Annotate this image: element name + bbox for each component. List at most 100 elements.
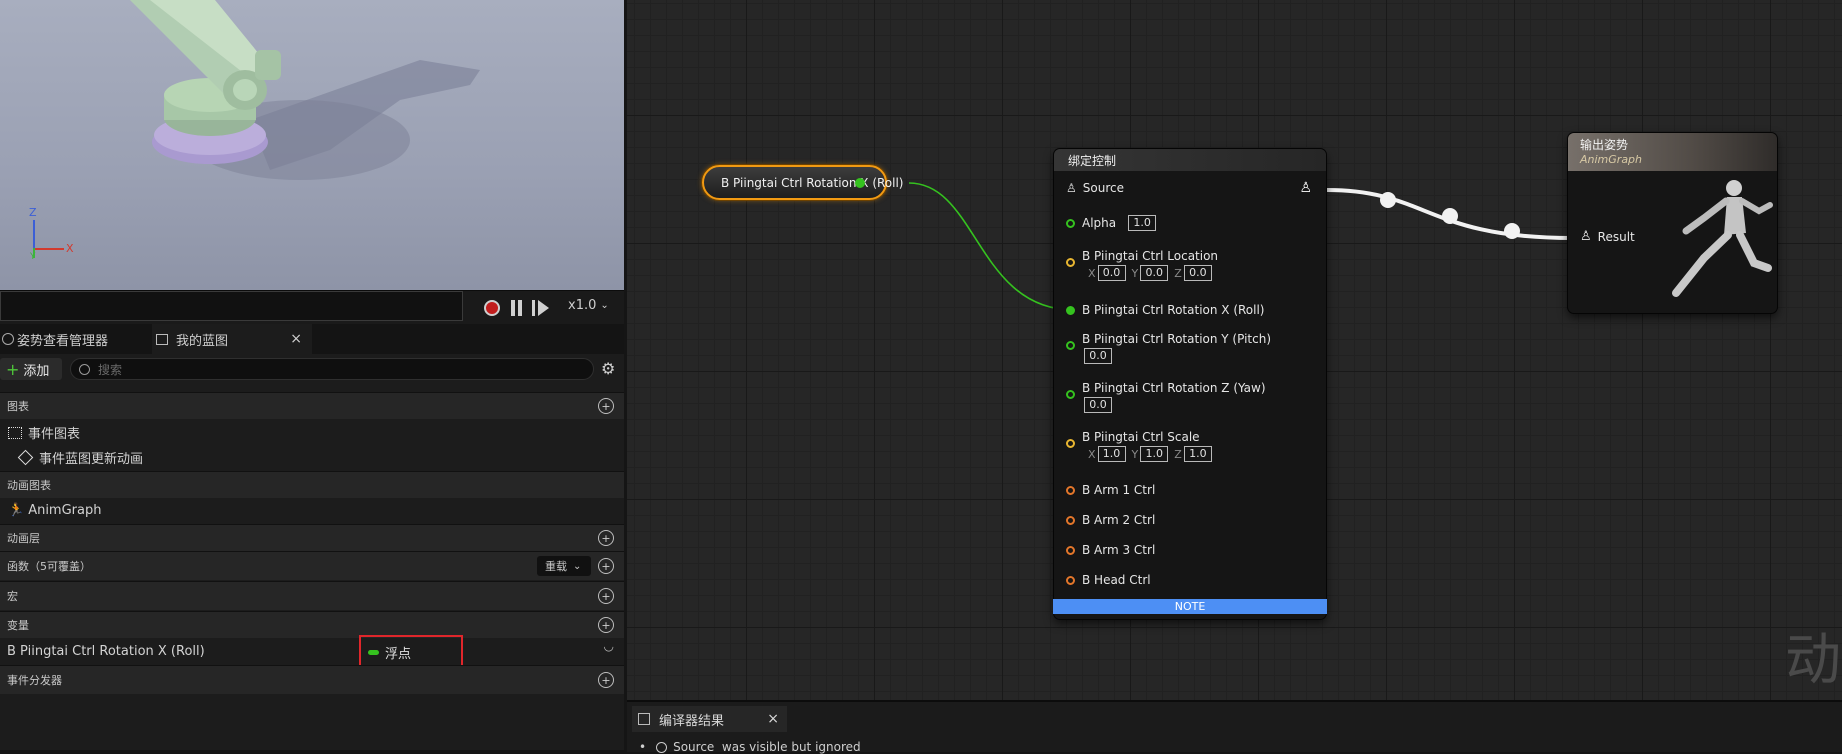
- float-pill-icon: [368, 650, 379, 655]
- note-label: NOTE: [1174, 600, 1206, 613]
- rotation-z-pin-row[interactable]: B Piingtai Ctrl Rotation Z (Yaw) 0.0: [1066, 381, 1266, 413]
- section-title: 变量: [7, 619, 29, 632]
- axis-label: X: [1088, 266, 1096, 280]
- robot-preview-image: [130, 0, 480, 180]
- output-pose-node[interactable]: 输出姿势 AnimGraph ♙ Result: [1568, 133, 1777, 313]
- section-anim-layers[interactable]: 动画层 +: [0, 524, 624, 551]
- list-item-event-blueprint-update[interactable]: 事件蓝图更新动画: [0, 445, 624, 470]
- add-function-icon[interactable]: +: [598, 558, 614, 574]
- chevron-down-icon: ⌄: [600, 300, 609, 311]
- arm2-pin-row[interactable]: B Arm 2 Ctrl: [1066, 513, 1155, 527]
- scale-z-input[interactable]: 1.0: [1183, 446, 1212, 462]
- my-blueprint-panel: 姿势查看管理器 我的蓝图 × + 添加 搜索 ⚙ 图表 + 事件图表 事件蓝图更…: [0, 324, 624, 750]
- search-icon: [79, 363, 90, 375]
- bind-control-node[interactable]: 绑定控制 ♙ Source ♙ Alpha 1.0 B Piingtai Ctr…: [1053, 149, 1327, 619]
- section-title: 宏: [7, 590, 18, 603]
- search-input[interactable]: 搜索: [70, 358, 594, 380]
- float-output-pin[interactable]: [855, 177, 865, 188]
- source-pin-row[interactable]: ♙ Source: [1066, 181, 1124, 195]
- section-graphs[interactable]: 图表 +: [0, 392, 624, 419]
- tab-my-blueprint[interactable]: 我的蓝图 ×: [152, 324, 312, 354]
- visibility-eye-icon[interactable]: ◡: [604, 639, 614, 653]
- pause-button[interactable]: [510, 300, 524, 316]
- note-bar[interactable]: NOTE: [1053, 599, 1327, 614]
- add-macro-icon[interactable]: +: [598, 588, 614, 604]
- playback-speed-dropdown[interactable]: x1.0 ⌄: [568, 298, 609, 313]
- rotation-x-pin-row[interactable]: B Piingtai Ctrl Rotation X (Roll): [1066, 303, 1265, 317]
- alpha-value-input[interactable]: 1.0: [1128, 215, 1157, 231]
- reroute-knot: [1380, 192, 1396, 208]
- location-z-input[interactable]: 0.0: [1183, 265, 1212, 281]
- watermark-text: 动: [1785, 628, 1841, 693]
- tab-compiler-results[interactable]: 编译器结果 ×: [632, 706, 787, 732]
- scale-pin-row[interactable]: B Piingtai Ctrl Scale X 1.0 Y 1.0 Z 1.0: [1066, 430, 1212, 462]
- variable-get-node[interactable]: B Piingtai Ctrl Rotation X (Roll): [702, 165, 904, 200]
- list-item-anim-graph[interactable]: 🏃 AnimGraph: [0, 498, 624, 523]
- axis-label: Z: [1174, 266, 1182, 280]
- override-dropdown[interactable]: 重载 ⌄: [537, 556, 591, 576]
- event-diamond-icon: [17, 449, 34, 466]
- compiler-icon: [638, 713, 650, 725]
- add-graph-icon[interactable]: +: [598, 398, 614, 414]
- add-button[interactable]: + 添加: [0, 358, 62, 380]
- tab-label: 编译器结果: [659, 713, 725, 729]
- pose-input-icon: ♙: [1580, 229, 1592, 244]
- timeline-field[interactable]: [0, 291, 463, 321]
- section-event-dispatchers[interactable]: 事件分发器 +: [0, 665, 624, 694]
- viewport[interactable]: Z X Y: [0, 0, 624, 290]
- head-pin-row[interactable]: B Head Ctrl: [1066, 573, 1151, 587]
- pin-label: Result: [1597, 229, 1635, 244]
- result-pin-row[interactable]: ♙ Result: [1580, 229, 1635, 244]
- axis-x-label: X: [66, 242, 74, 255]
- plus-icon: +: [6, 359, 20, 379]
- pin-label: B Arm 3 Ctrl: [1082, 543, 1156, 557]
- running-figure-icon: 🏃: [8, 503, 25, 518]
- gear-icon[interactable]: ⚙: [601, 359, 615, 378]
- location-pin-row[interactable]: B Piingtai Ctrl Location X 0.0 Y 0.0 Z 0…: [1066, 249, 1218, 281]
- compiler-results-panel: 编译器结果 × • Source was visible but ignored: [627, 700, 1842, 754]
- rotation-y-pin-row[interactable]: B Piingtai Ctrl Rotation Y (Pitch) 0.0: [1066, 332, 1271, 364]
- axis-label: Y: [1131, 266, 1139, 280]
- axis-gizmo: Z X Y: [26, 206, 86, 266]
- pose-output-icon[interactable]: ♙: [1299, 180, 1312, 196]
- section-variables[interactable]: 变量 +: [0, 611, 624, 638]
- step-forward-button[interactable]: [532, 300, 552, 316]
- scale-x-input[interactable]: 1.0: [1097, 446, 1126, 462]
- add-dispatcher-icon[interactable]: +: [598, 672, 614, 688]
- list-item-event-graph[interactable]: 事件图表: [0, 420, 624, 445]
- section-title: 图表: [7, 400, 29, 413]
- variable-type[interactable]: 浮点: [368, 643, 411, 662]
- scale-y-input[interactable]: 1.0: [1140, 446, 1169, 462]
- axis-label: Y: [1131, 447, 1139, 461]
- book-icon: [156, 333, 168, 345]
- record-button[interactable]: [484, 300, 500, 316]
- pin-label: Source: [1082, 181, 1124, 195]
- rotation-y-input[interactable]: 0.0: [1084, 348, 1112, 364]
- section-functions[interactable]: 函数（5可覆盖） 重载 ⌄ +: [0, 551, 624, 580]
- add-layer-icon[interactable]: +: [598, 530, 614, 546]
- mannequin-icon: [1672, 180, 1773, 297]
- tab-pose-watch-manager[interactable]: 姿势查看管理器: [0, 324, 150, 354]
- item-label: AnimGraph: [28, 503, 102, 518]
- axis-z-label: Z: [29, 206, 37, 219]
- location-x-input[interactable]: 0.0: [1097, 265, 1126, 281]
- add-variable-icon[interactable]: +: [598, 617, 614, 633]
- item-label: 事件蓝图更新动画: [39, 452, 144, 467]
- variable-row[interactable]: B Piingtai Ctrl Rotation X (Roll) ◡: [0, 637, 624, 665]
- section-macros[interactable]: 宏 +: [0, 581, 624, 610]
- variable-type-label: 浮点: [385, 647, 412, 662]
- arm1-pin-row[interactable]: B Arm 1 Ctrl: [1066, 483, 1155, 497]
- location-y-input[interactable]: 0.0: [1140, 265, 1169, 281]
- arm3-pin-row[interactable]: B Arm 3 Ctrl: [1066, 543, 1155, 557]
- node-header: 输出姿势 AnimGraph: [1568, 133, 1777, 171]
- rotation-z-input[interactable]: 0.0: [1084, 397, 1112, 413]
- close-icon[interactable]: ×: [767, 711, 779, 727]
- pin-label: B Head Ctrl: [1082, 573, 1151, 587]
- node-title: 输出姿势: [1580, 138, 1629, 152]
- tab-label: 我的蓝图: [176, 333, 229, 349]
- alpha-pin-row[interactable]: Alpha 1.0: [1066, 215, 1157, 231]
- close-icon[interactable]: ×: [290, 331, 302, 347]
- toolbar: + 添加 搜索 ⚙: [0, 354, 624, 384]
- section-anim-graphs[interactable]: 动画图表: [0, 471, 624, 498]
- anim-graph-canvas[interactable]: B Piingtai Ctrl Rotation X (Roll) 绑定控制 ♙…: [627, 0, 1842, 700]
